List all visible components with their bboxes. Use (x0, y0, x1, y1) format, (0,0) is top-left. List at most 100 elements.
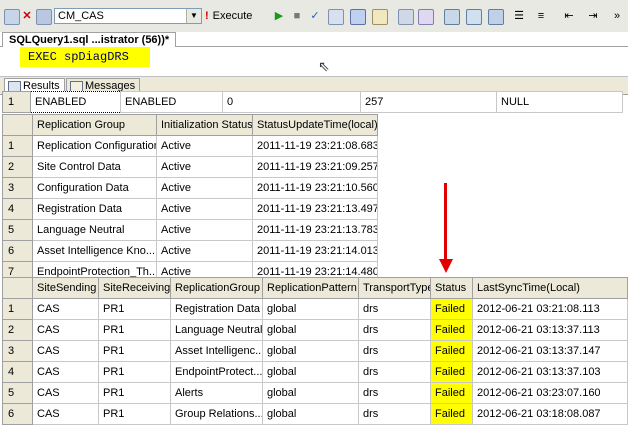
table-cell[interactable]: Active (156, 135, 253, 157)
display-plan-icon[interactable] (372, 9, 388, 25)
table-cell[interactable]: Active (156, 156, 253, 178)
table-cell[interactable]: 2012-06-21 03:21:08.113 (472, 298, 628, 320)
table-cell[interactable]: Asset Intelligence Kno... (32, 240, 157, 262)
table-cell[interactable]: Active (156, 177, 253, 199)
table-cell[interactable]: 257 (360, 91, 497, 113)
table-cell[interactable]: global (262, 319, 359, 341)
table-row[interactable]: 1 Replication Configuration Active 2011-11-… (2, 135, 378, 157)
table-cell[interactable]: PR1 (98, 403, 171, 425)
table-cell[interactable]: PR1 (98, 382, 171, 404)
table-row[interactable]: 4 CAS PR1 EndpointProtect... global drs Failed… (2, 361, 628, 383)
query-code[interactable]: EXEC spDiagDRS (20, 47, 150, 67)
table-cell[interactable]: CAS (32, 319, 99, 341)
include-plan-icon[interactable] (418, 9, 434, 25)
more-options-icon[interactable]: » (610, 9, 624, 23)
row-number[interactable]: 1 (2, 135, 33, 157)
table-cell[interactable]: drs (358, 361, 431, 383)
table-cell[interactable]: CAS (32, 361, 99, 383)
table-cell[interactable]: Group Relations... (170, 403, 263, 425)
table-row[interactable]: 6 Asset Intelligence Kno... Active 2011-11-… (2, 240, 378, 262)
table-cell[interactable]: global (262, 403, 359, 425)
table-row[interactable]: 1 ENABLED ENABLED 0 257 NULL (2, 91, 623, 113)
table-cell[interactable]: Asset Intelligenc... (170, 340, 263, 362)
table-row[interactable]: 1 CAS PR1 Registration Data global drs Failed 2… (2, 298, 628, 320)
table-cell[interactable]: 2012-06-21 03:13:37.113 (472, 319, 628, 341)
results-to-text-icon[interactable] (466, 9, 482, 25)
stop-icon[interactable]: ■ (290, 9, 304, 23)
table-row[interactable]: 3 Configuration Data Active 2011-11-19 23:2… (2, 177, 378, 199)
chevron-down-icon[interactable]: ▼ (186, 9, 201, 23)
results-grid-toggle-icon[interactable] (488, 9, 504, 25)
column-header[interactable]: Replication Group (32, 114, 157, 136)
table-cell[interactable]: PR1 (98, 361, 171, 383)
table-cell[interactable]: 2011-11-19 23:21:13.497 (252, 198, 378, 220)
estimated-plan-icon[interactable] (350, 9, 366, 25)
table-cell[interactable]: 2012-06-21 03:23:07.160 (472, 382, 628, 404)
table-cell[interactable]: CAS (32, 340, 99, 362)
table-cell[interactable]: 2011-11-19 23:21:09.257 (252, 156, 378, 178)
table-cell[interactable]: 2012-06-21 03:18:08.087 (472, 403, 628, 425)
debug-play-icon[interactable]: ▶ (272, 9, 286, 23)
table-cell[interactable]: 0 (222, 91, 361, 113)
results-to-grid-icon[interactable] (4, 9, 20, 25)
table-cell[interactable]: Registration Data (32, 198, 157, 220)
table-cell[interactable]: ENABLED (120, 91, 223, 113)
status-cell[interactable]: Failed (430, 340, 473, 362)
column-header[interactable]: SiteSending (32, 277, 99, 299)
table-row[interactable]: 2 Site Control Data Active 2011-11-19 23:21… (2, 156, 378, 178)
table-cell[interactable]: Registration Data (170, 298, 263, 320)
table-cell[interactable]: CAS (32, 298, 99, 320)
table-cell[interactable]: Active (156, 240, 253, 262)
table-cell[interactable]: drs (358, 382, 431, 404)
table-row[interactable]: 6 CAS PR1 Group Relations... global drs Failed… (2, 403, 628, 425)
table-cell[interactable]: global (262, 298, 359, 320)
comment-icon[interactable]: ☰ (512, 9, 526, 23)
connect-icon[interactable] (36, 9, 52, 25)
parse-check-icon[interactable]: ✓ (308, 9, 322, 23)
corner-cell[interactable] (2, 277, 33, 299)
row-number[interactable]: 1 (2, 298, 33, 320)
row-number[interactable]: 6 (2, 403, 33, 425)
table-row[interactable]: 2 CAS PR1 Language Neutral global drs Failed 20… (2, 319, 628, 341)
column-header[interactable]: SiteReceiving (98, 277, 171, 299)
table-cell[interactable]: Language Neutral (170, 319, 263, 341)
table-cell[interactable]: Active (156, 219, 253, 241)
table-cell[interactable]: drs (358, 403, 431, 425)
table-cell[interactable]: global (262, 361, 359, 383)
table-cell[interactable]: 2011-11-19 23:21:08.683 (252, 135, 378, 157)
column-header[interactable]: LastSyncTime(Local) (472, 277, 628, 299)
row-number[interactable]: 2 (2, 156, 33, 178)
database-select[interactable]: CM_CAS ▼ (54, 8, 202, 24)
column-header[interactable]: ReplicationPattern (262, 277, 359, 299)
column-header[interactable]: TransportType (358, 277, 431, 299)
result-grid-3[interactable]: SiteSending SiteReceiving ReplicationGro… (2, 277, 628, 425)
table-cell[interactable]: CAS (32, 382, 99, 404)
table-cell[interactable]: Alerts (170, 382, 263, 404)
table-cell[interactable]: PR1 (98, 319, 171, 341)
row-number[interactable]: 3 (2, 340, 33, 362)
table-cell[interactable]: Replication Configuration (32, 135, 157, 157)
table-cell[interactable]: ENABLED (30, 91, 121, 113)
uncomment-icon[interactable]: ≡ (534, 9, 548, 23)
table-cell[interactable]: drs (358, 340, 431, 362)
change-connection-icon[interactable]: ✕ (20, 9, 34, 23)
query-designer-icon[interactable] (328, 9, 344, 25)
table-cell[interactable]: 2011-11-19 23:21:13.783 (252, 219, 378, 241)
row-number[interactable]: 6 (2, 240, 33, 262)
row-number[interactable]: 5 (2, 219, 33, 241)
table-cell[interactable]: drs (358, 319, 431, 341)
column-header[interactable]: Status (430, 277, 473, 299)
table-row[interactable]: 5 Language Neutral Active 2011-11-19 23:21:… (2, 219, 378, 241)
execute-button[interactable]: ! Execute (205, 7, 252, 25)
column-header[interactable]: Initialization Status (156, 114, 253, 136)
status-cell[interactable]: Failed (430, 361, 473, 383)
decrease-indent-icon[interactable]: ⇤ (562, 9, 576, 23)
corner-cell[interactable] (2, 114, 33, 136)
table-cell[interactable]: 2012-06-21 03:13:37.147 (472, 340, 628, 362)
row-number[interactable]: 2 (2, 319, 33, 341)
table-cell[interactable]: 2011-11-19 23:21:14.013 (252, 240, 378, 262)
table-cell[interactable]: global (262, 382, 359, 404)
result-grid-1[interactable]: 1 ENABLED ENABLED 0 257 NULL (2, 91, 623, 113)
table-cell[interactable]: drs (358, 298, 431, 320)
row-number[interactable]: 4 (2, 361, 33, 383)
